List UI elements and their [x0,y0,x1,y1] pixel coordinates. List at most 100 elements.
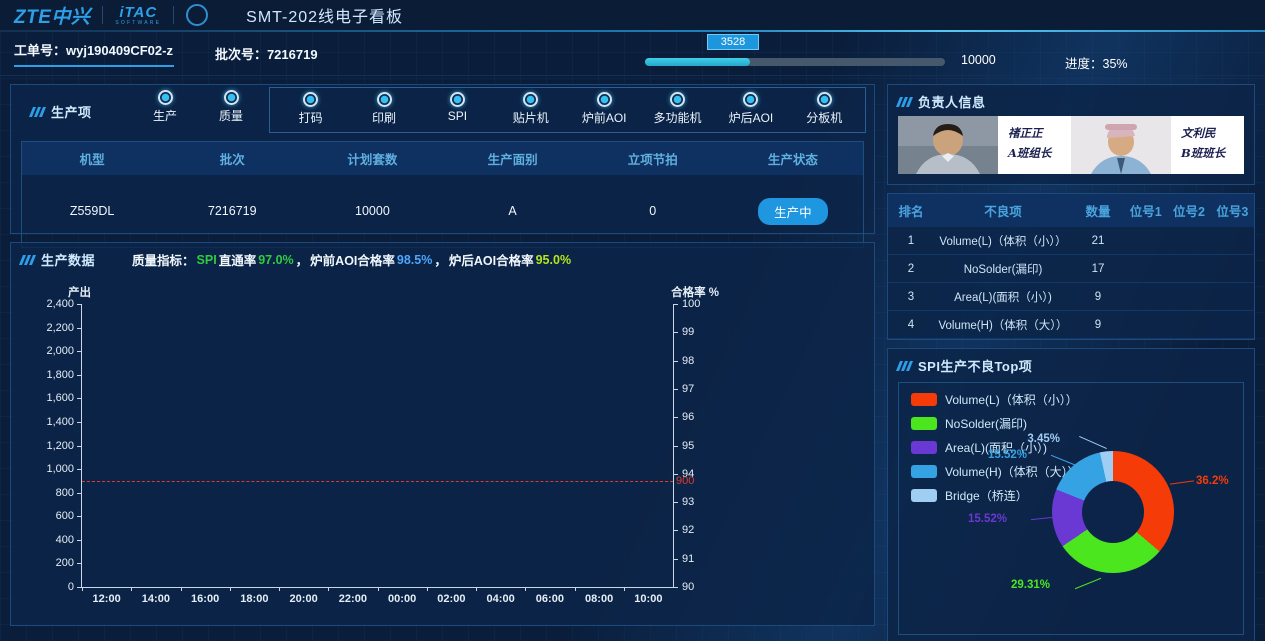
process-toggle-印刷[interactable]: 印刷 [358,92,410,126]
quality-indicator-segment: 97.0% [258,253,293,267]
legend-item: Volume(L)（体积（小）） [911,391,1080,408]
tick-mark [673,446,678,447]
production-table-row: Z559DL721671910000A0生产中 [22,175,863,247]
tick-mark [427,587,428,591]
radio-icon [450,92,465,107]
tick-mark [476,587,477,591]
panel-title-icon [31,107,44,117]
table-row: 3Area(L)(面积（小）)9 [888,283,1254,311]
tick-mark [673,361,678,362]
staff-name: 文利民 [1181,124,1240,144]
x-axis-tick-label: 16:00 [191,593,219,605]
left-axis-tick-label: 1,200 [20,440,74,452]
zte-logo: ZTE中兴 [14,2,90,29]
table-cell [1124,293,1167,301]
table-row: 2NoSolder(漏印)17 [888,255,1254,283]
table-cell: Volume(L)（体积（小）） [934,229,1072,253]
tick-mark [673,304,678,305]
label-connector-line [1079,436,1107,449]
radio-icon [303,92,318,107]
radio-icon [597,92,612,107]
tick-mark [673,389,678,390]
x-axis-tick-label: 06:00 [536,593,564,605]
tick-mark [77,493,82,494]
table-cell: Volume(H)（体积（大）） [934,313,1072,337]
process-toggle-炉后AOI[interactable]: 炉后AOI [725,92,777,126]
column-header: 排名 [888,194,934,227]
x-axis-tick-label: 18:00 [240,593,268,605]
process-toggle-打码[interactable]: 打码 [285,92,337,126]
legend-item: Volume(H)（体积（大）） [911,463,1080,480]
process-toggle-label: 多功能机 [654,109,702,126]
radio-icon [670,92,685,107]
page-title: SMT-202线电子看板 [246,3,403,27]
batch-number: 批次号：7216719 [215,44,318,63]
table-cell [1124,265,1167,273]
tick-mark [575,587,576,591]
staff-role: B班班长 [1181,144,1240,164]
table-row: 4Volume(H)（体积（大））9 [888,311,1254,339]
staff-panel: 负责人信息 禇正正A班组长 文利民B班班长 [887,84,1255,185]
donut-slice-label: 29.31% [984,579,1050,591]
legend-label: Volume(L)（体积（小）） [945,391,1078,408]
column-header: 位号1 [1124,194,1167,227]
spi-donut-chart: Volume(L)（体积（小））NoSolder(漏印)Area(L)(面积（小… [898,382,1244,635]
right-axis-tick-label: 91 [682,553,694,565]
process-toggle-炉前AOI[interactable]: 炉前AOI [578,92,630,126]
staff-photo [898,116,998,174]
right-axis-tick-label: 96 [682,411,694,423]
column-header: 立项节拍 [583,142,723,175]
spi-top-panel: SPI生产不良Top项 Volume(L)（体积（小））NoSolder(漏印)… [887,348,1255,641]
process-toggle-质量[interactable]: 质量 [205,90,257,124]
panel-title-spi-top: SPI生产不良Top项 [888,349,1254,380]
legend-swatch [911,441,937,454]
divider [173,6,174,24]
label-connector-line [1075,578,1101,589]
x-axis-tick-label: 14:00 [142,593,170,605]
process-toggle-label: 分板机 [806,109,842,126]
tick-mark [673,530,678,531]
process-toggle-多功能机[interactable]: 多功能机 [652,92,704,126]
staff-role: A班组长 [1008,144,1067,164]
process-toggle-label: SPI [448,109,467,123]
tick-mark [673,559,678,560]
quality-indicator-segment: ， [434,250,447,269]
column-header: 数量 [1072,194,1124,227]
table-cell: Z559DL [22,204,162,218]
x-axis-tick-label: 22:00 [339,593,367,605]
production-table-header: 机型批次计划套数生产面别立项节拍生产状态 [22,142,863,175]
process-toggle-SPI[interactable]: SPI [431,92,483,126]
quality-indicator-segment: 炉后AOI合格率 [449,250,534,269]
tick-mark [525,587,526,591]
process-toggle-生产[interactable]: 生产 [139,90,191,124]
tick-mark [77,469,82,470]
table-cell: A [443,204,583,218]
right-axis-tick-label: 90 [682,581,694,593]
defects-table-header: 排名不良项数量位号1位号2位号3 [888,194,1254,227]
column-header: 位号2 [1167,194,1210,227]
table-cell: 4 [888,315,934,335]
staff-name: 禇正正 [1008,124,1067,144]
panel-title-icon [21,255,34,265]
column-header: 生产状态 [723,142,863,175]
progress-current-badge: 3528 [707,34,759,50]
quality-indicator-segment: 炉前AOI合格率 [310,250,395,269]
table-cell [1167,265,1210,273]
table-cell [1211,293,1254,301]
defects-table-panel: 排名不良项数量位号1位号2位号3 1Volume(L)（体积（小））212NoS… [887,193,1255,340]
panel-title-icon [898,361,911,371]
process-toggle-贴片机[interactable]: 贴片机 [505,92,557,126]
staff-photo [1071,116,1171,174]
tick-mark [77,422,82,423]
right-axis-tick-label: 98 [682,355,694,367]
progress-bar-group: 3528 10000 进度：35% [645,34,1205,74]
donut-slice-label: 15.52% [961,449,1027,461]
tick-mark [624,587,625,591]
status-badge[interactable]: 生产中 [758,198,828,225]
x-axis-tick-label: 12:00 [93,593,121,605]
tick-mark [328,587,329,591]
quality-indicator-segment: ， [296,250,309,269]
tick-mark [181,587,182,591]
panel-title-staff: 负责人信息 [888,85,1254,116]
process-toggle-分板机[interactable]: 分板机 [798,92,850,126]
